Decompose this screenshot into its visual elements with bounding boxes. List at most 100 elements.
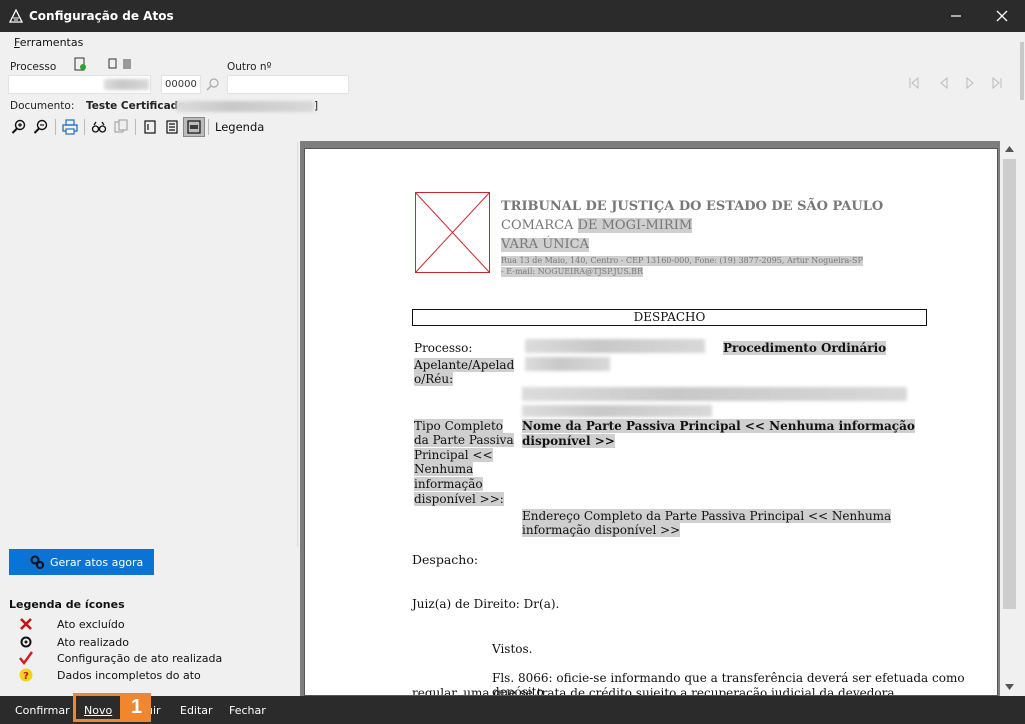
single-page-button[interactable]	[139, 117, 161, 137]
zoom-in-icon	[11, 119, 26, 134]
apelante-label-line1: Apelante/Apelad	[414, 358, 515, 372]
vara-line: VARA ÚNICA	[501, 237, 590, 252]
checkmark-icon	[18, 650, 34, 666]
callout-number-badge: 1	[122, 693, 151, 722]
scroll-up-icon[interactable]	[1005, 145, 1014, 153]
redacted-document	[176, 101, 314, 112]
gray-square-icon	[123, 59, 131, 69]
previous-record-icon[interactable]	[938, 76, 950, 90]
despacho-label: Despacho:	[412, 552, 479, 567]
print-icon	[62, 119, 78, 135]
comarca-line: COMARCA DE MOGI-MIRIM	[501, 218, 693, 233]
court-logo-placeholder	[415, 192, 490, 273]
toolbar-separator	[135, 119, 136, 135]
gears-icon	[30, 555, 44, 569]
single-page-icon	[144, 120, 156, 134]
tipo-label-1: Tipo Completo	[414, 419, 504, 433]
document-page: TRIBUNAL DE JUSTIÇA DO ESTADO DE SÃO PAU…	[304, 148, 998, 696]
legend-label: Ato realizado	[57, 635, 129, 649]
question-icon: ?	[18, 667, 34, 683]
window-scrollbar[interactable]	[1019, 34, 1025, 694]
processo-label: Processo	[10, 61, 57, 73]
last-record-icon[interactable]	[991, 76, 1003, 90]
redacted-value	[104, 79, 149, 90]
window-scrollbar-thumb[interactable]	[1020, 42, 1024, 100]
outro-numero-input[interactable]	[227, 75, 349, 94]
page-width-button[interactable]	[161, 117, 183, 137]
legend-item-configuracao: Configuração de ato realizada	[18, 650, 222, 666]
zoom-out-button[interactable]	[30, 117, 52, 137]
window-title: Configuração de Atos	[29, 9, 174, 23]
full-width-button[interactable]	[183, 117, 205, 137]
copy-button[interactable]	[110, 117, 132, 137]
menu-ferramentas-label: erramentas	[19, 36, 84, 49]
document-small-icon[interactable]	[108, 58, 118, 70]
gerar-atos-button[interactable]: Gerar atos agora	[9, 549, 154, 575]
close-button[interactable]	[979, 0, 1025, 32]
document-toolbar: Legenda	[8, 116, 264, 138]
scroll-down-icon[interactable]	[1005, 683, 1014, 691]
print-button[interactable]	[59, 117, 81, 137]
procedimento-text: Procedimento Ordinário	[723, 341, 887, 355]
x-excluded-icon	[18, 616, 34, 632]
menu-bar: Ferramentas	[0, 32, 1025, 52]
scrollbar-thumb[interactable]	[1003, 159, 1016, 609]
legenda-button[interactable]: Legenda	[215, 120, 264, 134]
next-record-icon[interactable]	[964, 76, 976, 90]
copy-icon	[114, 119, 128, 133]
legend-title: Legenda de ícones	[9, 598, 125, 611]
endereco-line2: informação disponível >>	[522, 523, 681, 537]
processo-doc-label: Processo:	[414, 341, 473, 355]
redacted-apelante-1	[525, 357, 610, 371]
gerar-atos-label: Gerar atos agora	[50, 555, 144, 569]
outro-label: Outro nº	[227, 61, 272, 73]
legend-item-incompletos: ? Dados incompletos do ato	[18, 667, 201, 683]
endereco-line1: Endereço Completo da Parte Passiva Princ…	[522, 509, 892, 523]
page-width-icon	[166, 120, 178, 134]
document-scrollbar[interactable]	[1001, 141, 1018, 696]
address-line-2: - E-mail: NOGUEIRA@TJSP.JUS.BR	[501, 267, 644, 277]
binoculars-icon	[91, 121, 107, 133]
court-name: TRIBUNAL DE JUSTIÇA DO ESTADO DE SÃO PAU…	[501, 199, 884, 214]
vistos-line: Vistos.	[492, 642, 533, 656]
legend-item-realizado: Ato realizado	[18, 634, 129, 650]
redacted-apelante-2	[522, 387, 907, 401]
confirmar-button[interactable]: Confirmar	[15, 696, 70, 724]
legend-label: Dados incompletos do ato	[57, 668, 201, 682]
tipo-label-2: da Parte Passiva	[414, 433, 514, 447]
tipo-label-6: disponível >>:	[414, 492, 504, 506]
nome-parte-line1: Nome da Parte Passiva Principal << Nenhu…	[522, 419, 915, 433]
comarca-prefix: COMARCA	[501, 218, 578, 233]
editar-button[interactable]: Editar	[180, 696, 213, 724]
preview-button[interactable]	[88, 117, 110, 137]
legend-label: Ato excluído	[57, 617, 125, 631]
nome-parte-line2: disponível >>	[522, 434, 615, 448]
callout-highlight-box	[73, 693, 123, 722]
zoom-out-icon	[33, 119, 48, 134]
legend-label: Configuração de ato realizada	[57, 651, 223, 665]
fechar-button[interactable]: Fechar	[229, 696, 266, 724]
juiz-line: Juiz(a) de Direito: Dr(a).	[412, 597, 560, 611]
add-process-icon[interactable]	[73, 57, 87, 71]
section-title-box: DESPACHO	[412, 309, 927, 326]
documento-bracket: ]	[314, 100, 319, 112]
processo-suffix-field[interactable]: 00000	[161, 75, 201, 94]
search-icon[interactable]	[206, 77, 220, 91]
gear-realized-icon	[18, 634, 34, 650]
redacted-apelante-3	[522, 405, 712, 417]
apelante-label-line2: o/Réu:	[414, 372, 454, 386]
legend-item-excluido: Ato excluído	[18, 616, 125, 632]
address-line-1: Rua 13 de Maio, 140, Centro - CEP 13160-…	[501, 256, 863, 266]
minimize-button[interactable]	[933, 0, 979, 32]
processo-number-field[interactable]	[8, 75, 151, 94]
minimize-icon	[951, 15, 961, 17]
zoom-in-button[interactable]	[8, 117, 30, 137]
tipo-label-3: Principal <<	[414, 448, 493, 462]
redacted-processo	[525, 339, 705, 353]
tipo-label-4: Nenhuma	[414, 462, 474, 476]
documento-value: Teste Certificado	[86, 100, 186, 112]
comarca-name: DE MOGI-MIRIM	[577, 218, 693, 233]
toolbar-separator	[55, 119, 56, 135]
first-record-icon[interactable]	[908, 76, 920, 90]
menu-ferramentas[interactable]: Ferramentas	[14, 36, 83, 49]
